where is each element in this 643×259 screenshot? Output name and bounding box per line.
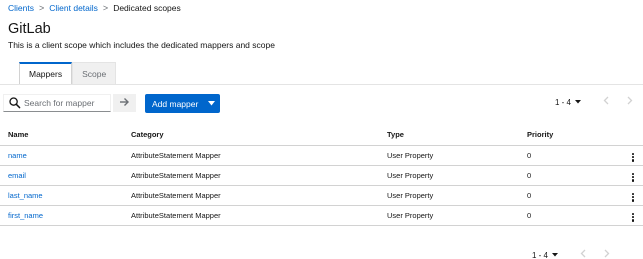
- arrow-right-icon: [119, 94, 130, 112]
- add-mapper-button[interactable]: Add mapper: [145, 94, 220, 113]
- chevron-right-icon[interactable]: [604, 249, 610, 259]
- mapper-type: User Property: [387, 204, 527, 226]
- column-header-type[interactable]: Type: [387, 125, 527, 145]
- column-header-category[interactable]: Category: [131, 125, 387, 145]
- tab-scope[interactable]: Scope: [72, 62, 117, 84]
- kebab-icon[interactable]: [631, 152, 635, 162]
- table-row: last_name AttributeStatement Mapper User…: [0, 184, 643, 205]
- chevron-left-icon[interactable]: [603, 96, 609, 108]
- pagination-toggle[interactable]: 1 - 4: [532, 251, 558, 259]
- mapper-priority: 0: [527, 184, 623, 205]
- chevron-left-icon[interactable]: [580, 249, 586, 259]
- breadcrumb-separator: >: [38, 3, 45, 13]
- search-input[interactable]: [24, 98, 112, 108]
- tab-divider: [0, 84, 643, 85]
- caret-down-icon: [575, 100, 581, 104]
- search-icon: [8, 96, 22, 110]
- breadcrumb-link-client-details[interactable]: Client details: [49, 3, 98, 13]
- table-row: first_name AttributeStatement Mapper Use…: [0, 204, 643, 226]
- tab-bar: Mappers Scope: [19, 62, 117, 84]
- mapper-type: User Property: [387, 184, 527, 205]
- table-header-row: Name Category Type Priority: [0, 125, 643, 145]
- mapper-priority: 0: [527, 144, 623, 165]
- mapper-category: AttributeStatement Mapper: [131, 204, 387, 226]
- column-header-name[interactable]: Name: [0, 125, 131, 145]
- caret-down-icon: [552, 253, 558, 257]
- chevron-right-icon[interactable]: [627, 96, 633, 108]
- page-description: This is a client scope which includes th…: [8, 40, 275, 50]
- mapper-priority: 0: [527, 204, 623, 226]
- pagination-bottom: 1 - 4: [532, 249, 610, 259]
- tab-mappers[interactable]: Mappers: [19, 62, 73, 84]
- mapper-type: User Property: [387, 144, 527, 165]
- breadcrumb: Clients > Client details > Dedicated sco…: [8, 3, 181, 13]
- table-row: email AttributeStatement Mapper User Pro…: [0, 164, 643, 185]
- caret-down-icon: [208, 101, 216, 106]
- mappers-table: Name Category Type Priority name Attribu…: [0, 125, 643, 226]
- page-title: GitLab: [8, 21, 51, 37]
- mapper-priority: 0: [527, 164, 623, 185]
- column-header-actions: [623, 125, 643, 145]
- add-mapper-label: Add mapper: [152, 98, 199, 109]
- pagination-top: 1 - 4: [555, 96, 633, 108]
- mapper-category: AttributeStatement Mapper: [131, 164, 387, 185]
- mapper-category: AttributeStatement Mapper: [131, 144, 387, 165]
- mapper-name-link[interactable]: first_name: [0, 204, 131, 226]
- kebab-icon[interactable]: [631, 172, 635, 182]
- mapper-name-link[interactable]: last_name: [0, 184, 131, 205]
- breadcrumb-link-clients[interactable]: Clients: [8, 3, 34, 13]
- search-submit-button[interactable]: [113, 94, 136, 112]
- search-box: [3, 94, 112, 112]
- breadcrumb-current: Dedicated scopes: [113, 3, 181, 13]
- mapper-category: AttributeStatement Mapper: [131, 184, 387, 205]
- pagination-label: 1 - 4: [554, 97, 571, 107]
- table-row: name AttributeStatement Mapper User Prop…: [0, 144, 643, 165]
- mapper-name-link[interactable]: email: [0, 164, 131, 185]
- mapper-name-link[interactable]: name: [0, 144, 131, 165]
- kebab-icon[interactable]: [631, 192, 635, 202]
- pagination-toggle[interactable]: 1 - 4: [555, 98, 581, 107]
- column-header-priority[interactable]: Priority: [527, 125, 623, 145]
- mapper-type: User Property: [387, 164, 527, 185]
- pagination-label: 1 - 4: [531, 250, 548, 259]
- breadcrumb-separator: >: [102, 3, 109, 13]
- kebab-icon[interactable]: [631, 212, 635, 222]
